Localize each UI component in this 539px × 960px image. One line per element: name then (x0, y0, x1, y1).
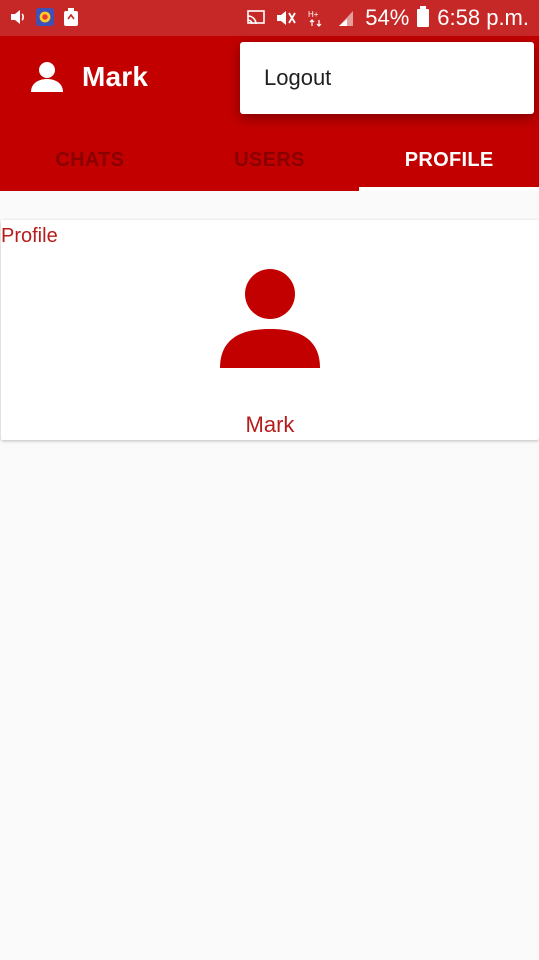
status-left-icons (10, 8, 80, 26)
status-bar: H+ 54% 6:58 p.m. (0, 0, 539, 36)
recycle-icon (62, 8, 80, 26)
clock-time: 6:58 p.m. (437, 5, 529, 30)
tab-bar: CHATS USERS PROFILE (0, 130, 539, 191)
battery-icon (417, 6, 430, 27)
tab-profile[interactable]: PROFILE (359, 130, 539, 191)
signal-icon (335, 9, 357, 27)
logout-menu-item[interactable]: Logout (264, 42, 331, 114)
cast-icon (245, 9, 267, 27)
card-title: Profile (1, 225, 58, 247)
person-icon (220, 268, 320, 368)
svg-text:H+: H+ (308, 10, 319, 19)
profile-card: Profile Mark (1, 220, 539, 440)
mute-icon (275, 9, 297, 27)
user-icon (28, 58, 66, 96)
profile-name: Mark (245, 412, 295, 437)
app-title-group: Mark (28, 58, 148, 96)
battery-percentage: 54% (365, 5, 410, 30)
status-right-icons: H+ 54% 6:58 p.m. (245, 5, 529, 31)
tab-chats[interactable]: CHATS (0, 130, 180, 191)
app-notification-icon (36, 8, 54, 26)
overflow-menu: Logout (240, 42, 534, 114)
volume-icon (10, 8, 28, 26)
tab-users[interactable]: USERS (180, 130, 360, 191)
page-title: Mark (82, 61, 149, 92)
network-hplus-icon: H+ (305, 9, 327, 27)
